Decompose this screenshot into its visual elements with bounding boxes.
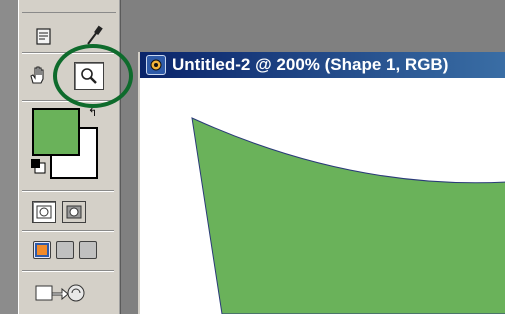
zoom-tool-highlight-ring [53, 44, 133, 108]
eyedropper-icon [87, 25, 103, 45]
photoshop-doc-icon[interactable] [146, 55, 166, 75]
canvas[interactable] [140, 80, 505, 314]
screen-mode-full-menu-button[interactable] [56, 241, 74, 259]
tools-top-strip [22, 0, 116, 13]
green-shape [191, 117, 505, 314]
notes-icon [36, 28, 51, 45]
jump-to-imageready-button[interactable] [30, 280, 90, 306]
document-titlebar[interactable]: Untitled-2 @ 200% (Shape 1, RGB) [140, 52, 505, 78]
hand-icon [30, 66, 44, 84]
screen-standard-icon [35, 243, 49, 257]
document-title: Untitled-2 @ 200% (Shape 1, RGB) [172, 55, 449, 74]
quick-mask-button[interactable] [62, 201, 86, 223]
tools-separator [22, 190, 114, 192]
hand-tool[interactable] [24, 62, 52, 88]
tools-separator [22, 230, 114, 232]
tools-separator [22, 270, 114, 272]
screen-mode-full-button[interactable] [79, 241, 97, 259]
screen-mode-standard-button[interactable] [33, 241, 51, 259]
foreground-color-swatch[interactable] [32, 108, 80, 156]
standard-mode-button[interactable] [32, 201, 56, 223]
jump-to-icon [35, 284, 85, 302]
quick-mask-icon [66, 205, 82, 219]
notes-tool[interactable] [30, 24, 58, 50]
document-window[interactable]: Untitled-2 @ 200% (Shape 1, RGB) [138, 52, 505, 314]
toolbox-edge [0, 0, 18, 314]
standard-mode-icon [36, 205, 52, 219]
default-colors-icon[interactable] [30, 158, 46, 174]
